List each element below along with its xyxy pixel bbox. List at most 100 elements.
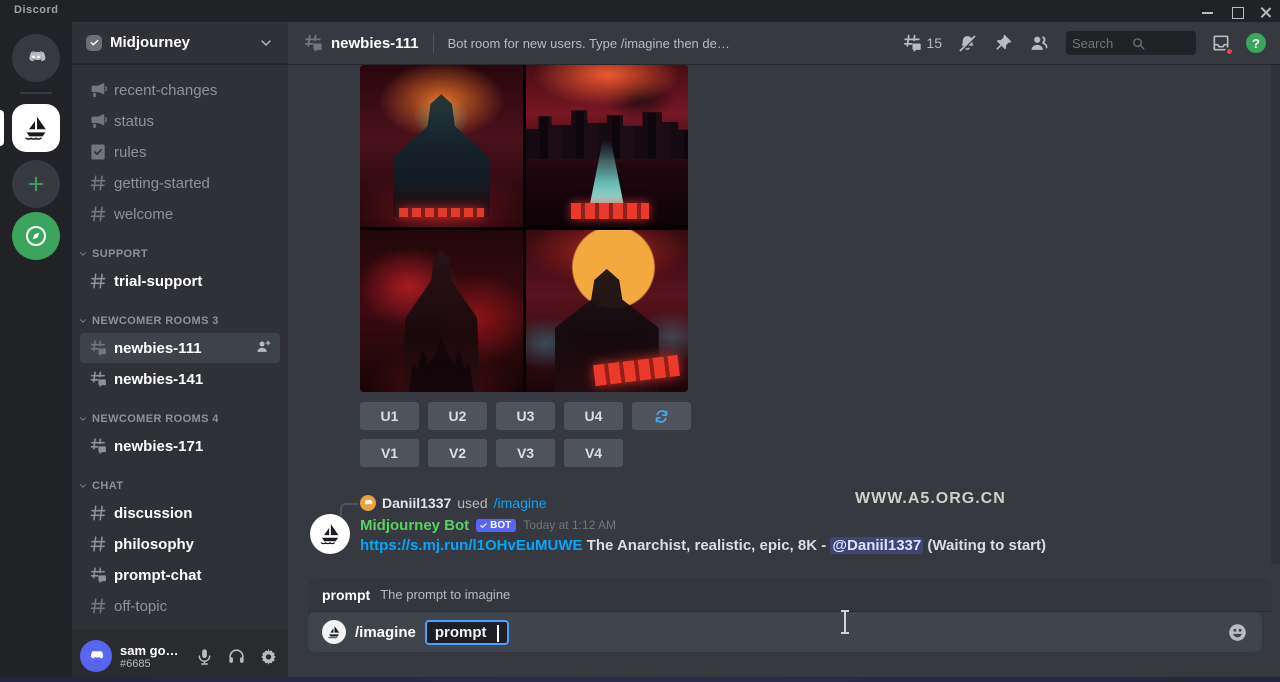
- sidebar-item-prompt-chat[interactable]: prompt-chat: [80, 560, 280, 590]
- taskbar-edge: [0, 677, 1280, 682]
- member-list-button[interactable]: [1029, 32, 1051, 54]
- generated-image-1[interactable]: [360, 65, 523, 227]
- person-add-icon[interactable]: [255, 338, 272, 359]
- midjourney-image-grid[interactable]: [360, 65, 688, 392]
- sidebar-item-rules[interactable]: rules: [80, 137, 280, 167]
- category-newcomer-rooms-3[interactable]: NEWCOMER ROOMS 3: [72, 310, 288, 332]
- megaphone-icon: [88, 111, 108, 131]
- minimize-button[interactable]: [1200, 6, 1218, 18]
- microphone-button[interactable]: [192, 644, 216, 668]
- channel-name: newbies-111: [331, 34, 419, 52]
- avatar[interactable]: [80, 640, 112, 672]
- message-status: (Waiting to start): [923, 537, 1046, 554]
- slash-command-autocomplete[interactable]: prompt The prompt to imagine: [308, 578, 1272, 612]
- hash-bubble-icon: [88, 369, 108, 389]
- reroll-button[interactable]: [632, 402, 691, 430]
- channel-label: discussion: [114, 504, 193, 522]
- settings-gear-button[interactable]: [256, 644, 280, 668]
- username: sam good...: [120, 642, 184, 658]
- server-icon-midjourney[interactable]: [12, 104, 60, 152]
- bot-avatar[interactable]: [310, 514, 350, 554]
- user-panel: sam good... #6685: [72, 630, 288, 682]
- hash-icon: [88, 173, 108, 193]
- search-placeholder: Search: [1072, 35, 1114, 51]
- upscale-button-u3[interactable]: U3: [496, 402, 555, 430]
- members-icon: [1029, 32, 1051, 54]
- variation-button-v3[interactable]: V3: [496, 439, 555, 467]
- generated-image-2[interactable]: [525, 65, 688, 227]
- add-server-button[interactable]: [12, 160, 60, 208]
- sidebar-item-philosophy[interactable]: philosophy: [80, 529, 280, 559]
- inbox-button[interactable]: [1211, 33, 1234, 56]
- channel-topic[interactable]: Bot room for new users. Type /imagine th…: [448, 36, 733, 51]
- autocomplete-description: The prompt to imagine: [380, 587, 511, 602]
- autocomplete-option: prompt: [322, 586, 371, 603]
- generated-image-4[interactable]: [525, 230, 688, 392]
- pinned-messages-button[interactable]: [993, 33, 1014, 54]
- maximize-button[interactable]: [1230, 6, 1248, 19]
- chat-scrollbar[interactable]: [1271, 64, 1280, 564]
- hash-icon: [88, 534, 108, 554]
- message-prompt-text: The Anarchist, realistic, epic, 8K: [582, 537, 818, 554]
- variation-button-v2[interactable]: V2: [428, 439, 487, 467]
- message-separator: -: [817, 537, 831, 554]
- user-mention[interactable]: @Daniil1337: [830, 537, 924, 554]
- bot-username[interactable]: Midjourney Bot: [360, 517, 469, 534]
- sidebar-item-newbies-111[interactable]: newbies-111: [80, 333, 280, 363]
- variation-button-v1[interactable]: V1: [360, 439, 419, 467]
- chevron-down-icon: [78, 481, 88, 491]
- category-newcomer-rooms-4[interactable]: NEWCOMER ROOMS 4: [72, 408, 288, 430]
- chevron-down-icon: [258, 35, 274, 51]
- channel-label: newbies-111: [114, 339, 202, 357]
- emoji-picker-button[interactable]: [1227, 622, 1248, 643]
- hash-bubble-icon: [901, 32, 923, 54]
- sidebar-item-getting-started[interactable]: getting-started: [80, 168, 280, 198]
- variation-button-v4[interactable]: V4: [564, 439, 623, 467]
- close-button[interactable]: [1258, 6, 1276, 18]
- reply-username[interactable]: Daniil1337: [382, 495, 451, 511]
- watermark-text: WWW.A5.ORG.CN: [855, 490, 1006, 507]
- search-icon: [1131, 36, 1190, 51]
- hash-bubble-icon: [88, 436, 108, 456]
- message-link[interactable]: https://s.mj.run/l1OHvEuMUWE: [360, 537, 583, 554]
- upscale-button-u2[interactable]: U2: [428, 402, 487, 430]
- header-divider: [432, 33, 434, 53]
- server-header[interactable]: Midjourney: [72, 22, 288, 64]
- sidebar-item-off-topic[interactable]: off-topic: [80, 591, 280, 621]
- sidebar-item-newbies-171[interactable]: newbies-171: [80, 431, 280, 461]
- category-label: SUPPORT: [92, 248, 148, 260]
- sidebar-item-status[interactable]: status: [80, 106, 280, 136]
- upscale-button-u1[interactable]: U1: [360, 402, 419, 430]
- sidebar-item-recent-changes[interactable]: recent-changes: [80, 75, 280, 105]
- sidebar-item-welcome[interactable]: welcome: [80, 199, 280, 229]
- reply-command-link[interactable]: /imagine: [494, 495, 547, 511]
- message-input[interactable]: /imagine prompt: [308, 612, 1262, 652]
- explore-servers-button[interactable]: [12, 212, 60, 260]
- category-support[interactable]: SUPPORT: [72, 243, 288, 265]
- user-meta[interactable]: sam good... #6685: [120, 643, 184, 670]
- verified-check-icon: [86, 34, 102, 51]
- hash-bubble-icon: [88, 565, 108, 585]
- category-chat[interactable]: CHAT: [72, 475, 288, 497]
- sidebar-item-trial-support[interactable]: trial-support: [80, 266, 280, 296]
- threads-button[interactable]: 15: [901, 32, 942, 54]
- sidebar-item-newbies-141[interactable]: newbies-141: [80, 364, 280, 394]
- avatar[interactable]: [360, 495, 376, 511]
- artwork-text-strip: [399, 207, 484, 218]
- megaphone-icon: [88, 80, 108, 100]
- check-icon: [479, 521, 488, 530]
- channel-header: newbies-111 Bot room for new users. Type…: [288, 22, 1280, 64]
- category-label: NEWCOMER ROOMS 3: [92, 315, 219, 327]
- hash-icon: [88, 596, 108, 616]
- sailboat-icon: [21, 113, 51, 143]
- help-button[interactable]: ?: [1246, 33, 1266, 53]
- home-button[interactable]: [12, 34, 60, 82]
- search-input[interactable]: Search: [1066, 31, 1196, 55]
- prompt-option-field[interactable]: prompt: [424, 619, 509, 645]
- upscale-button-u4[interactable]: U4: [564, 402, 623, 430]
- notifications-muted-button[interactable]: [957, 33, 978, 54]
- sidebar-item-discussion[interactable]: discussion: [80, 498, 280, 528]
- generated-image-3[interactable]: [360, 230, 523, 392]
- channel-label: recent-changes: [114, 81, 218, 99]
- headphones-button[interactable]: [224, 644, 248, 668]
